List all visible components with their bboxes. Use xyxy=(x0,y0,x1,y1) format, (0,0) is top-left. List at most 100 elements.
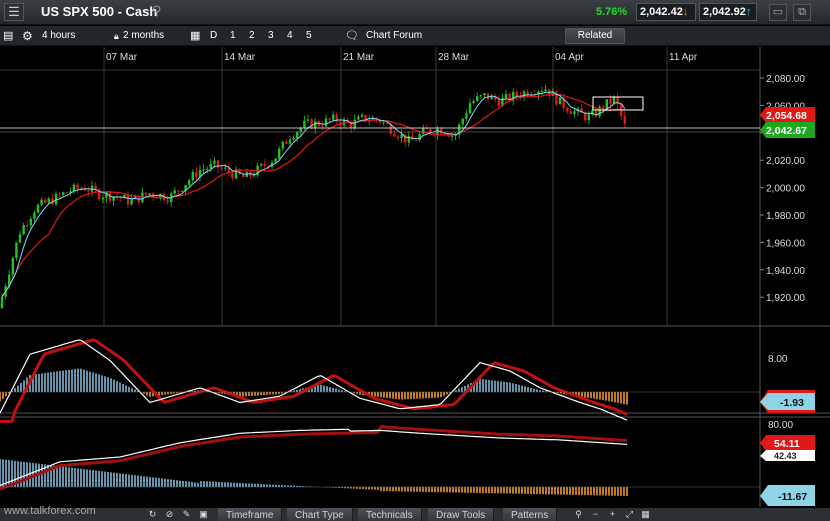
hist-bar xyxy=(257,392,259,396)
hist-bar xyxy=(416,487,418,492)
zoom-in-icon[interactable]: + xyxy=(607,509,618,520)
hist-bar xyxy=(269,392,271,395)
hist-bar xyxy=(440,487,442,493)
tab-technicals[interactable]: Technicals xyxy=(358,508,422,521)
chart-forum-link[interactable]: Chart Forum xyxy=(366,28,422,44)
hist-bar xyxy=(515,487,517,494)
candle-body xyxy=(44,199,47,203)
hist-bar xyxy=(431,392,433,399)
hist-bar xyxy=(383,487,385,492)
calendar-icon[interactable]: ▦ xyxy=(190,28,200,44)
hist-bar xyxy=(599,487,601,496)
refresh-icon[interactable]: ↻ xyxy=(147,509,158,520)
hist-bar xyxy=(212,481,214,487)
date-label: 28 Mar xyxy=(438,52,470,63)
hist-bar xyxy=(125,385,127,392)
hist-bar xyxy=(467,487,469,493)
related-button[interactable]: Related xyxy=(565,28,625,44)
hist-bar xyxy=(62,370,64,392)
price-tick-label: 1,920.00 xyxy=(766,293,805,304)
search-icon[interactable]: ⚲ xyxy=(152,3,162,19)
hist-bar xyxy=(524,487,526,494)
tab-timeframe[interactable]: Timeframe xyxy=(218,508,283,521)
fit-icon[interactable]: ⤢ xyxy=(624,509,635,520)
hist-bar xyxy=(137,475,139,487)
hist-bar xyxy=(518,384,520,392)
watermark: www.talkforex.com xyxy=(4,505,96,517)
hist-bar xyxy=(116,381,118,392)
hist-bar xyxy=(116,473,118,487)
hist-bar xyxy=(275,484,277,487)
hist-bar xyxy=(356,392,358,395)
hist-bar xyxy=(542,487,544,495)
candle-body xyxy=(306,119,310,121)
cancel-icon[interactable]: ⊘ xyxy=(164,509,175,520)
hist-bar xyxy=(518,487,520,494)
hist-bar xyxy=(461,387,463,392)
hist-bar xyxy=(101,375,103,392)
grid-icon[interactable]: ▦ xyxy=(640,509,651,520)
hist-bar xyxy=(563,487,565,495)
tab-chart-type[interactable]: Chart Type xyxy=(287,508,353,521)
candle-body xyxy=(609,99,612,104)
table-icon[interactable]: ▤ xyxy=(3,28,13,44)
hist-bar xyxy=(218,481,220,487)
indicator2-white-tag: 42.43 xyxy=(760,450,815,461)
settings-icon[interactable]: ⚙ xyxy=(22,28,33,44)
chat-icon[interactable]: 🗨︎ xyxy=(345,28,359,44)
hist-bar xyxy=(521,487,523,494)
zoom-out-icon[interactable]: − xyxy=(590,509,601,520)
hist-bar xyxy=(398,392,400,400)
hist-bar xyxy=(425,487,427,492)
period-5[interactable]: 5 xyxy=(306,28,312,44)
hist-bar xyxy=(260,392,262,396)
hist-bar xyxy=(539,487,541,495)
popout-icon[interactable]: ⧉ xyxy=(793,4,811,21)
price-chart[interactable]: 07 Mar 14 Mar 21 Mar 28 Mar 04 Apr 11 Apr 2,0… xyxy=(0,47,830,507)
tab-patterns[interactable]: Patterns xyxy=(503,508,558,521)
candle-body xyxy=(87,190,90,192)
hist-bar xyxy=(446,392,448,395)
indicator1-value-tag: -1.93 xyxy=(760,390,815,413)
hist-bar xyxy=(536,389,538,392)
hist-bar xyxy=(401,487,403,492)
indicator1-tick: 8.00 xyxy=(768,354,788,365)
period-d[interactable]: D xyxy=(210,28,217,44)
indicator2-white-label: 42.43 xyxy=(774,451,797,461)
interval-select[interactable]: 4 hours xyxy=(42,28,75,44)
period-1[interactable]: 1 xyxy=(230,28,236,44)
hist-bar xyxy=(590,392,592,399)
hist-bar xyxy=(566,487,568,495)
candle-body xyxy=(101,197,104,200)
hist-bar xyxy=(98,470,100,487)
period-3[interactable]: 3 xyxy=(268,28,274,44)
chart-area[interactable]: 07 Mar 14 Mar 21 Mar 28 Mar 04 Apr 11 Apr 2,0… xyxy=(0,47,830,507)
save-icon[interactable]: ▣ xyxy=(198,509,209,520)
minimize-icon[interactable]: ▭ xyxy=(769,4,787,21)
zoom-icon[interactable]: ⚲ xyxy=(573,509,584,520)
menu-icon[interactable]: ☰ xyxy=(4,3,24,21)
candle-body xyxy=(602,106,605,110)
range-select[interactable]: 2 months xyxy=(123,28,164,44)
sell-price-button[interactable]: 2,042.42↓ xyxy=(636,3,696,21)
period-2[interactable]: 2 xyxy=(249,28,255,44)
pencil-icon[interactable]: ✎ xyxy=(181,509,192,520)
hist-bar xyxy=(74,369,76,392)
period-4[interactable]: 4 xyxy=(287,28,293,44)
hist-bar xyxy=(473,487,475,493)
candle-body xyxy=(148,193,151,195)
hist-bar xyxy=(461,487,463,493)
candle-body xyxy=(558,97,562,105)
buy-price-button[interactable]: 2,042.92↑ xyxy=(699,3,757,21)
candle-body xyxy=(504,93,508,99)
candle-body xyxy=(274,158,277,163)
hist-bar xyxy=(260,484,262,487)
hist-bar xyxy=(365,487,367,490)
hist-bar xyxy=(68,467,70,487)
tab-draw-tools[interactable]: Draw Tools xyxy=(428,508,495,521)
hist-bar xyxy=(374,392,376,397)
hist-bar xyxy=(626,392,628,405)
hist-bar xyxy=(395,487,397,492)
candle-body xyxy=(594,110,598,117)
hist-bar xyxy=(272,392,274,395)
